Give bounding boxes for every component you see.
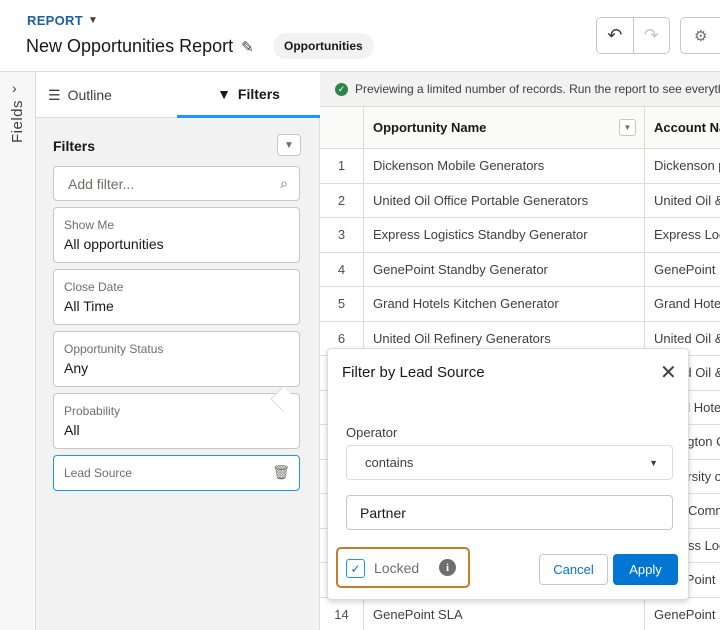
cell-account-name: Grand Hotels (654, 296, 720, 312)
chevron-down-icon: ▼ (649, 458, 658, 468)
filter-lead-source[interactable]: Lead Source 🗑 (53, 455, 300, 491)
table-row: 3 Express Logistics Standby Generator Expr… (320, 218, 720, 253)
cell-account-name: Express Logistics (654, 227, 720, 243)
row-number: 3 (320, 218, 364, 252)
filters-panel: ☰ Outline ▼ Filters Filters ▼ ⌕ Show Me … (36, 72, 320, 630)
filter-icon: ▼ (217, 85, 231, 102)
close-icon[interactable]: ✕ (660, 360, 677, 385)
success-check-icon: ✓ (335, 82, 348, 96)
lead-source-filter-popover: Filter by Lead Source ✕ Operator contain… (327, 348, 689, 600)
filter-label: Opportunity Status (64, 342, 164, 356)
operator-select[interactable]: contains ▼ (346, 445, 673, 480)
report-title: New Opportunities Report ✎ (26, 36, 254, 57)
tab-outline-label: Outline (67, 87, 112, 103)
cell-opportunity-name: Dickenson Mobile Generators (364, 149, 645, 183)
row-number: 14 (320, 597, 364, 630)
preview-banner-text: Previewing a limited number of records. … (355, 82, 720, 96)
cell-opportunity-name: GenePoint Standby Generator (364, 252, 645, 286)
filter-opportunity-status[interactable]: Opportunity Status Any (53, 331, 300, 387)
cell-account-name: GenePoint (654, 261, 716, 277)
cell-account-name: Dickenson plc (654, 158, 720, 174)
gears-icon: ⚙ (694, 27, 708, 45)
cancel-button[interactable]: Cancel (539, 554, 608, 585)
report-title-text: New Opportunities Report (26, 36, 234, 56)
report-header: REPORT ▼ New Opportunities Report ✎ Oppo… (0, 0, 720, 72)
report-label: REPORT (27, 13, 83, 28)
row-number: 4 (320, 252, 364, 286)
column-header-label: Opportunity Name (373, 120, 487, 135)
tab-filters[interactable]: ▼ Filters (177, 72, 320, 118)
table-row: 14 GenePoint SLA GenePoint (320, 597, 720, 630)
apply-button[interactable]: Apply (613, 554, 678, 585)
preview-banner: ✓ Previewing a limited number of records… (320, 72, 720, 107)
filters-heading: Filters (53, 138, 96, 154)
popover-title: Filter by Lead Source (342, 364, 485, 381)
column-header-account-name[interactable]: Account Name (645, 107, 720, 148)
filter-value: Any (64, 360, 89, 376)
panel-tabs: ☰ Outline ▼ Filters (36, 72, 320, 118)
row-number: 1 (320, 149, 364, 183)
table-row: 4 GenePoint Standby Generator GenePoint (320, 252, 720, 287)
pencil-icon[interactable]: ✎ (241, 38, 254, 56)
cell-opportunity-name: Grand Hotels Kitchen Generator (364, 287, 645, 321)
chevron-down-icon: ▼ (284, 139, 294, 151)
cell-opportunity-name: Express Logistics Standby Generator (364, 218, 645, 252)
filter-close-date[interactable]: Close Date All Time (53, 269, 300, 325)
filter-show-me[interactable]: Show Me All opportunities (53, 207, 300, 263)
add-filter-box: ⌕ (53, 166, 300, 201)
row-number: 2 (320, 183, 364, 217)
caret-down-icon: ▼ (87, 15, 99, 26)
trash-icon[interactable]: 🗑 (272, 464, 290, 481)
undo-icon: ↶ (607, 25, 623, 45)
check-icon: ✓ (350, 561, 361, 576)
locked-checkbox[interactable]: ✓ (346, 559, 365, 578)
filter-value: All opportunities (64, 236, 164, 252)
column-menu-icon[interactable]: ▼ (619, 119, 636, 136)
list-icon: ☰ (48, 86, 61, 103)
redo-icon: ↷ (643, 25, 659, 45)
redo-button[interactable]: ↷ (632, 18, 670, 53)
filter-value: All (64, 422, 80, 438)
cell-account-name: United Oil & Gas (654, 192, 720, 208)
filters-menu-button[interactable]: ▼ (277, 134, 301, 156)
undo-redo-group: ↶ ↷ (596, 17, 670, 54)
tab-filters-label: Filters (237, 85, 280, 102)
filter-probability[interactable]: Probability All (53, 393, 300, 449)
report-type-menu[interactable]: REPORT ▼ (27, 13, 98, 28)
undo-button[interactable]: ↶ (597, 18, 633, 53)
info-icon[interactable]: i (439, 559, 456, 576)
operator-value: contains (365, 455, 414, 470)
filter-value: All Time (64, 298, 114, 314)
operator-label: Operator (346, 425, 398, 440)
table-row: 2 United Oil Office Portable Generators Un… (320, 183, 720, 218)
filter-label: Lead Source (64, 466, 133, 480)
cell-account-name: GenePoint (654, 606, 716, 622)
filter-label: Probability (64, 404, 121, 418)
table-row: 5 Grand Hotels Kitchen Generator Grand Hot… (320, 287, 720, 322)
row-number-header (320, 107, 364, 148)
report-type-chip: Opportunities (273, 33, 374, 59)
search-icon: ⌕ (280, 175, 288, 191)
filter-value-input[interactable]: Partner (346, 495, 673, 530)
column-header-opportunity-name[interactable]: Opportunity Name ▼ (364, 107, 645, 148)
fields-rail[interactable]: › Fields (0, 72, 36, 630)
table-row: 1Dickenson Mobile Generators Dickenson pl… (320, 149, 720, 184)
filter-label: Close Date (64, 280, 124, 294)
settings-button[interactable]: ⚙ (680, 17, 720, 54)
fields-rail-label: Fields (9, 100, 26, 144)
filter-label: Show Me (64, 218, 115, 232)
chevron-right-icon: › (12, 80, 17, 96)
cell-opportunity-name: GenePoint SLA (364, 597, 645, 630)
table-header-row: Opportunity Name ▼ Account Name (320, 107, 720, 149)
cell-opportunity-name: United Oil Office Portable Generators (364, 183, 645, 217)
tab-outline[interactable]: ☰ Outline (48, 72, 178, 118)
row-number: 5 (320, 287, 364, 321)
locked-label: Locked (374, 560, 420, 576)
add-filter-input[interactable] (55, 168, 265, 199)
